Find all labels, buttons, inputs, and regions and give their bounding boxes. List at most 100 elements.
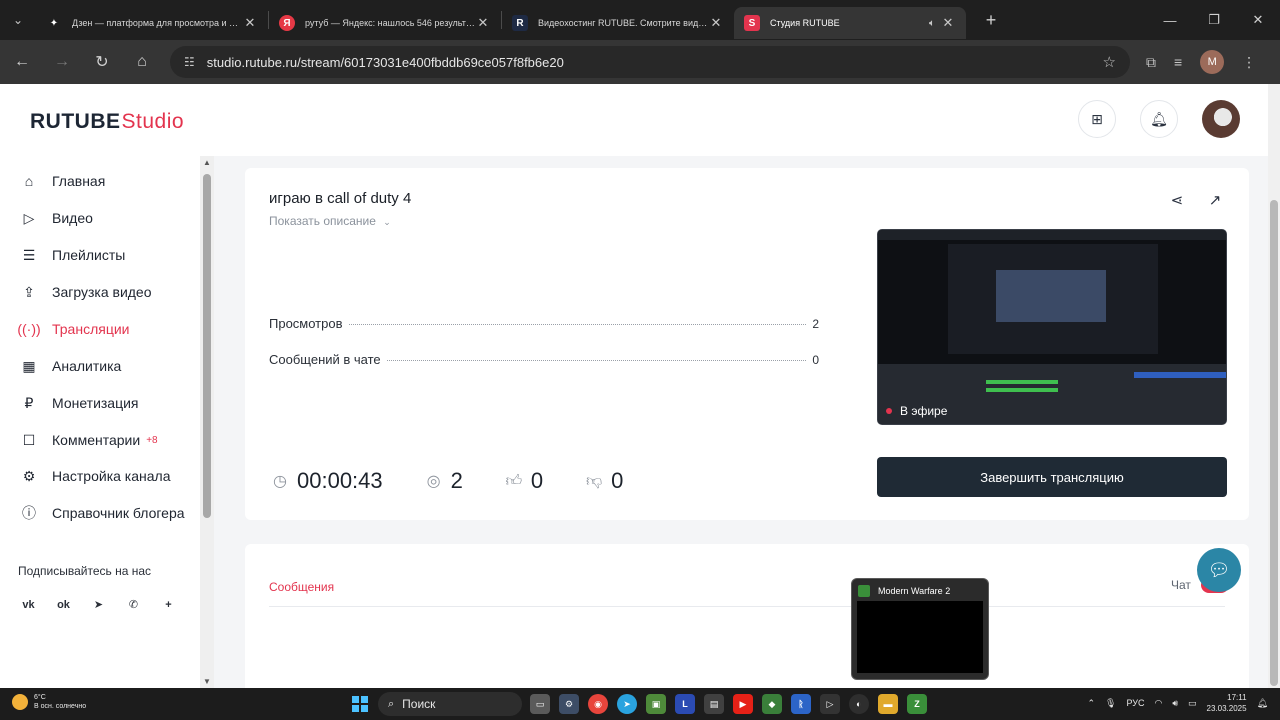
metric-likes: 👍︎ 0 <box>503 468 544 494</box>
modern-warfare-icon[interactable]: Z <box>907 694 927 714</box>
browser-menu-icon[interactable]: ⋮ <box>1242 54 1256 71</box>
preview-window-screen[interactable] <box>857 601 983 673</box>
sidebar-item-blogger-guide[interactable]: ⓘ Справочник блогера <box>20 498 185 528</box>
logo-studio: Studio <box>121 110 185 133</box>
tray-chevron-icon[interactable]: ⌃ <box>1087 698 1095 709</box>
vk-icon[interactable]: vk <box>20 596 37 613</box>
settings-app-icon[interactable]: ⚙ <box>559 694 579 714</box>
sidebar-item-playlists[interactable]: ☰ Плейлисты <box>20 240 126 270</box>
game-icon[interactable]: ◆ <box>762 694 782 714</box>
reload-icon[interactable]: ↻ <box>84 44 120 80</box>
plus-icon[interactable]: + <box>160 596 177 613</box>
sidebar-item-monetization[interactable]: ₽ Монетизация <box>20 388 139 418</box>
sidebar-item-upload[interactable]: ⇪ Загрузка видео <box>20 277 152 307</box>
store-icon[interactable]: ▤ <box>704 694 724 714</box>
sidebar-item-comments[interactable]: ☐ Комментарии +8 <box>20 425 158 455</box>
likes-value: 0 <box>530 468 544 493</box>
ok-icon[interactable]: ok <box>55 596 72 613</box>
notifications-center-icon[interactable]: 🔔︎ <box>1257 698 1268 709</box>
sidebar-scrollbar[interactable]: ▲ ▼ <box>200 156 214 688</box>
tab-messages[interactable]: Сообщения <box>269 580 334 594</box>
site-info-icon[interactable]: ☷ <box>184 55 195 69</box>
minecraft-icon[interactable]: ▣ <box>646 694 666 714</box>
address-bar[interactable]: ☷ studio.rutube.ru/stream/60173031e400fb… <box>170 46 1130 78</box>
folder-icon[interactable]: ▬ <box>878 694 898 714</box>
notifications-button[interactable]: 🔔︎ <box>1140 100 1178 138</box>
speaker-icon[interactable]: 🔈︎ <box>924 18 940 29</box>
taskbar-window-preview[interactable]: Modern Warfare 2 <box>851 578 989 680</box>
sidebar-item-video[interactable]: ▷ Видео <box>20 203 93 233</box>
extensions-icon[interactable]: ⧉ <box>1146 54 1156 71</box>
page-scroll-thumb[interactable] <box>1270 200 1278 686</box>
header-actions: ⊞ 🔔︎ <box>1078 100 1240 138</box>
close-icon[interactable]: ✕ <box>475 15 491 31</box>
viber-icon[interactable]: ✆ <box>125 596 142 613</box>
sidebar-item-channel-settings[interactable]: ⚙ Настройка канала <box>20 461 171 491</box>
media-control-icon[interactable]: ≡ <box>1174 54 1182 70</box>
browser-tab-studio[interactable]: S Студия RUTUBE 🔈︎ ✕ <box>734 7 966 39</box>
microphone-icon[interactable]: 🎙︎ <box>1105 698 1116 709</box>
language-indicator[interactable]: РУС <box>1126 698 1144 708</box>
close-window-icon[interactable]: ✕ <box>1236 0 1280 40</box>
media-player-icon[interactable]: ▷ <box>820 694 840 714</box>
weather-text: 6°C В осн. солнечно <box>34 693 86 711</box>
sidebar-item-label: Загрузка видео <box>52 284 152 300</box>
user-avatar[interactable] <box>1202 100 1240 138</box>
obs-icon[interactable]: ◐ <box>849 694 869 714</box>
preview-highlight <box>1134 372 1226 378</box>
home-icon: ⌂ <box>24 173 34 189</box>
sidebar-scroll-thumb[interactable] <box>203 174 211 518</box>
system-clock[interactable]: 17:11 23.03.2025 <box>1207 692 1247 714</box>
chrome-icon[interactable]: ◉ <box>588 694 608 714</box>
stat-value: 2 <box>812 317 819 331</box>
chat-card: Сообщения Чат <box>245 544 1249 688</box>
comments-badge: +8 <box>146 434 158 446</box>
scroll-down-icon[interactable]: ▼ <box>203 677 211 686</box>
analytics-icon: ▦ <box>22 357 36 374</box>
close-icon[interactable]: ✕ <box>708 15 724 31</box>
show-description-toggle[interactable]: Показать описание ⌄ <box>269 214 391 228</box>
task-view-icon[interactable]: ▭ <box>530 694 550 714</box>
browser-tab-yandex[interactable]: Я рутуб — Яндекс: нашлось 546 результато… <box>269 7 501 39</box>
bookmark-star-icon[interactable]: ☆ <box>1103 53 1116 71</box>
weather-widget[interactable]: 6°C В осн. солнечно <box>12 693 86 711</box>
close-icon[interactable]: ✕ <box>242 15 258 31</box>
tab-search-icon[interactable]: ⌄ <box>0 0 36 40</box>
sidebar-item-home[interactable]: ⌂ Главная <box>20 166 106 196</box>
app-icon[interactable]: ᚱ <box>791 694 811 714</box>
support-chat-button[interactable]: 💬︎ <box>1197 548 1241 592</box>
end-stream-button[interactable]: Завершить трансляцию <box>877 457 1227 497</box>
close-icon[interactable]: ✕ <box>940 15 956 31</box>
show-description-label: Показать описание <box>269 214 376 228</box>
create-button[interactable]: ⊞ <box>1078 100 1116 138</box>
preview-scene-inner <box>996 270 1106 322</box>
scroll-up-icon[interactable]: ▲ <box>203 158 211 167</box>
duration-value: 00:00:43 <box>297 468 383 493</box>
taskbar-search[interactable]: ⌕ Поиск <box>378 692 522 716</box>
launcher-icon[interactable]: L <box>675 694 695 714</box>
windows-start-icon[interactable] <box>352 696 368 712</box>
share-icon[interactable]: ⋖ <box>1167 190 1187 210</box>
browser-tab-rutube[interactable]: R Видеохостинг RUTUBE. Смотрите видео он… <box>502 7 734 39</box>
battery-icon[interactable]: ▭ <box>1188 698 1197 709</box>
profile-avatar[interactable]: M <box>1200 50 1225 74</box>
back-icon[interactable]: ← <box>4 44 40 80</box>
home-nav-icon[interactable]: ⌂ <box>124 44 160 80</box>
rutube-studio-logo[interactable]: RUTUBEStudio <box>30 110 184 134</box>
sidebar-item-analytics[interactable]: ▦ Аналитика <box>20 351 121 381</box>
volume-icon[interactable]: 🔊︎ <box>1172 698 1178 709</box>
stream-preview[interactable]: В эфире <box>877 229 1227 425</box>
youtube-icon[interactable]: ▶ <box>733 694 753 714</box>
studio-header: RUTUBEStudio ⊞ 🔔︎ <box>0 84 1268 156</box>
network-icon[interactable]: ◠ <box>1154 698 1162 709</box>
external-link-icon[interactable]: ↗ <box>1205 190 1225 210</box>
maximize-icon[interactable]: ❐ <box>1192 0 1236 40</box>
forward-icon[interactable]: → <box>44 44 80 80</box>
new-tab-button[interactable]: + <box>976 5 1006 35</box>
telegram-icon[interactable]: ➤ <box>90 596 107 613</box>
page-scrollbar[interactable] <box>1268 84 1280 688</box>
telegram-app-icon[interactable]: ➤ <box>617 694 637 714</box>
browser-tab-dzen[interactable]: ✦ Дзен — платформа для просмотра и созда… <box>36 7 268 39</box>
sidebar-item-broadcasts[interactable]: ((·)) Трансляции <box>17 314 129 344</box>
minimize-icon[interactable]: — <box>1148 0 1192 40</box>
